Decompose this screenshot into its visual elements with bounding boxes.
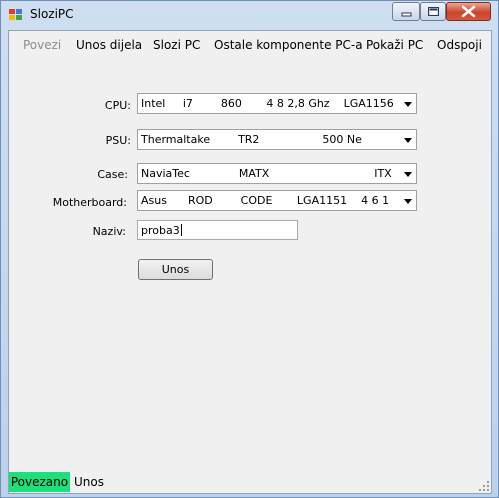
chevron-down-icon[interactable] [404, 199, 412, 204]
title-bar[interactable]: SloziPC [1, 1, 498, 29]
mode-status: Unos [74, 475, 104, 489]
motherboard-label: Motherboard: [52, 196, 127, 209]
app-icon [9, 9, 23, 21]
cpu-value: Intel i7 860 4 8 2,8 Ghz LGA1156 [141, 97, 394, 110]
case-label: Case: [97, 168, 128, 181]
menu-unos-dijela[interactable]: Unos dijela [76, 38, 142, 52]
naziv-value: proba3 [141, 224, 180, 237]
case-value: NaviaTec MATX ITX [141, 167, 392, 180]
case-combo[interactable]: NaviaTec MATX ITX [137, 163, 417, 184]
cpu-combo[interactable]: Intel i7 860 4 8 2,8 Ghz LGA1156 [137, 93, 417, 114]
menu-ostale-komponente[interactable]: Ostale komponente PC-a [214, 38, 363, 52]
chevron-down-icon[interactable] [404, 172, 412, 177]
menu-bar: Povezi Unos dijela Slozi PC Ostale kompo… [9, 31, 491, 57]
psu-value: Thermaltake TR2 500 Ne [141, 133, 362, 146]
chevron-down-icon[interactable] [404, 102, 412, 107]
psu-label: PSU: [105, 134, 131, 147]
close-button[interactable] [446, 2, 491, 21]
close-icon [461, 5, 476, 18]
resize-grip-icon[interactable] [479, 481, 489, 491]
menu-povezi[interactable]: Povezi [23, 38, 61, 52]
app-window: SloziPC Povezi Unos dijela Slozi PC Osta… [0, 0, 499, 498]
window-title: SloziPC [30, 7, 74, 21]
menu-odspoji[interactable]: Odspoji [437, 38, 482, 52]
naziv-label: Naziv: [92, 225, 126, 238]
unos-button[interactable]: Unos [138, 259, 213, 280]
chevron-down-icon[interactable] [404, 138, 412, 143]
cpu-label: CPU: [104, 99, 131, 112]
maximize-icon [428, 7, 439, 16]
motherboard-value: Asus ROD CODE LGA1151 4 6 1 [141, 194, 390, 207]
menu-slozi-pc[interactable]: Slozi PC [153, 38, 200, 52]
minimize-button[interactable] [392, 2, 420, 21]
connection-status: Povezano [9, 472, 70, 492]
maximize-button[interactable] [420, 2, 446, 21]
minimize-icon [401, 12, 412, 17]
text-caret [180, 224, 182, 236]
psu-combo[interactable]: Thermaltake TR2 500 Ne [137, 129, 417, 150]
naziv-input[interactable]: proba3 [137, 220, 298, 240]
menu-pokazi-pc[interactable]: Pokaži PC [366, 38, 423, 52]
motherboard-combo[interactable]: Asus ROD CODE LGA1151 4 6 1 [137, 190, 417, 211]
client-area: Povezi Unos dijela Slozi PC Ostale kompo… [8, 30, 492, 494]
status-bar: Povezano Unos [9, 471, 491, 493]
